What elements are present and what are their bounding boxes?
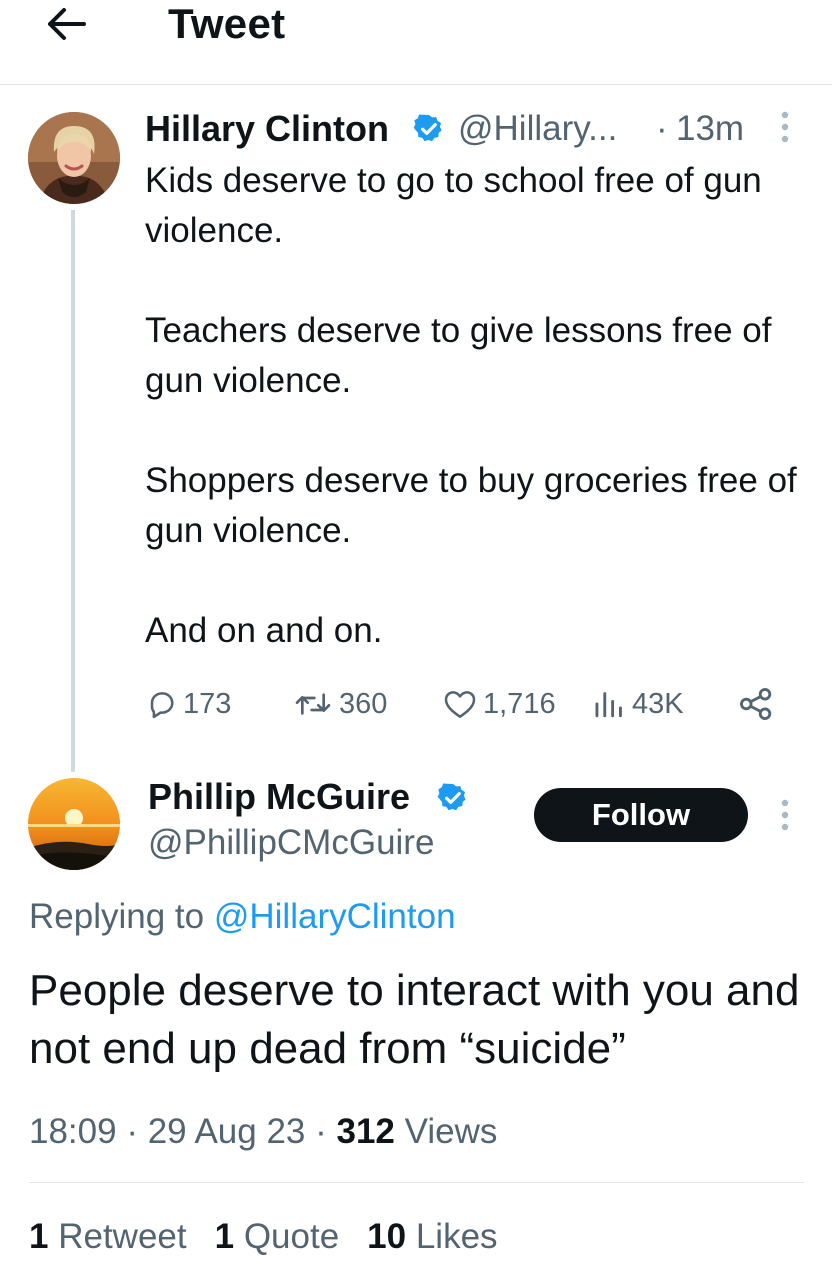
more-options-icon[interactable]	[777, 798, 793, 832]
reply-count: 173	[183, 687, 232, 720]
tweet-paragraph: Shoppers deserve to buy groceries free o…	[145, 461, 797, 550]
likes-count: 10	[367, 1217, 407, 1256]
tweet-paragraph: Kids deserve to go to school free of gun…	[145, 161, 762, 250]
replying-prefix: Replying to	[29, 897, 205, 936]
views-count: 312	[336, 1112, 395, 1151]
reply-button[interactable]: 173	[146, 684, 231, 724]
replying-to: Replying to @HillaryClinton	[29, 895, 456, 939]
more-options-icon[interactable]	[777, 110, 793, 144]
like-button[interactable]: 1,716	[442, 684, 556, 724]
retweet-button[interactable]: 360	[292, 684, 387, 724]
stats-divider	[29, 1182, 804, 1183]
avatar-hillary-clinton[interactable]	[28, 112, 120, 204]
avatar-phillip-mcguire[interactable]	[28, 778, 120, 870]
retweets-stat[interactable]: 1 Retweet	[29, 1214, 187, 1260]
views-label: Views	[404, 1112, 498, 1151]
tweet-meta: 18:09 · 29 Aug 23 · 312 Views	[29, 1110, 497, 1154]
retweets-count: 1	[29, 1217, 49, 1256]
like-count: 1,716	[483, 687, 556, 720]
tweet-time[interactable]: 18:09	[29, 1112, 117, 1151]
separator-dot: ·	[315, 1112, 327, 1151]
verified-badge-icon	[437, 783, 466, 811]
reply-icon	[150, 692, 174, 719]
views-button[interactable]: 43K	[593, 684, 684, 724]
verified-badge-icon	[413, 114, 442, 142]
back-button[interactable]	[44, 2, 88, 46]
analytics-icon	[595, 692, 622, 718]
page-title: Tweet	[168, 0, 286, 47]
tweet-text: Kids deserve to go to school free of gun…	[145, 156, 815, 656]
separator-dot: ·	[656, 109, 668, 148]
share-icon	[740, 688, 772, 720]
likes-stat[interactable]: 10 Likes	[367, 1214, 497, 1260]
author-handle[interactable]: @PhillipCMcGuire	[148, 822, 434, 864]
thread-line	[71, 210, 75, 772]
quotes-count: 1	[214, 1217, 235, 1256]
retweets-label: Retweet	[58, 1217, 187, 1256]
follow-button[interactable]: Follow	[534, 788, 748, 842]
author-handle[interactable]: @Hillary...	[458, 108, 617, 150]
arrow-left-icon	[48, 8, 86, 40]
heart-icon	[444, 691, 476, 718]
engagement-stats: 1 Retweet 1 Quote 10 Likes	[29, 1214, 498, 1260]
retweet-icon	[295, 693, 331, 715]
mention-link[interactable]: @HillaryClinton	[214, 897, 456, 936]
views-count: 43K	[632, 687, 684, 720]
header-divider	[0, 84, 832, 85]
author-name[interactable]: Phillip McGuire	[148, 776, 410, 818]
reply-text: People deserve to interact with you and …	[29, 966, 800, 1073]
quotes-label: Quote	[243, 1217, 340, 1256]
author-name[interactable]: Hillary Clinton	[145, 108, 389, 150]
separator-dot: ·	[126, 1112, 138, 1151]
retweet-count: 360	[339, 687, 388, 720]
share-button[interactable]	[738, 684, 774, 724]
tweet-date[interactable]: 29 Aug 23	[148, 1112, 306, 1151]
tweet-paragraph: And on and on.	[145, 611, 383, 650]
likes-label: Likes	[415, 1217, 498, 1256]
quotes-stat[interactable]: 1 Quote	[215, 1214, 340, 1260]
tweet-paragraph: Teachers deserve to give lessons free of…	[145, 311, 772, 400]
tweet-time[interactable]: 13m	[676, 108, 744, 150]
